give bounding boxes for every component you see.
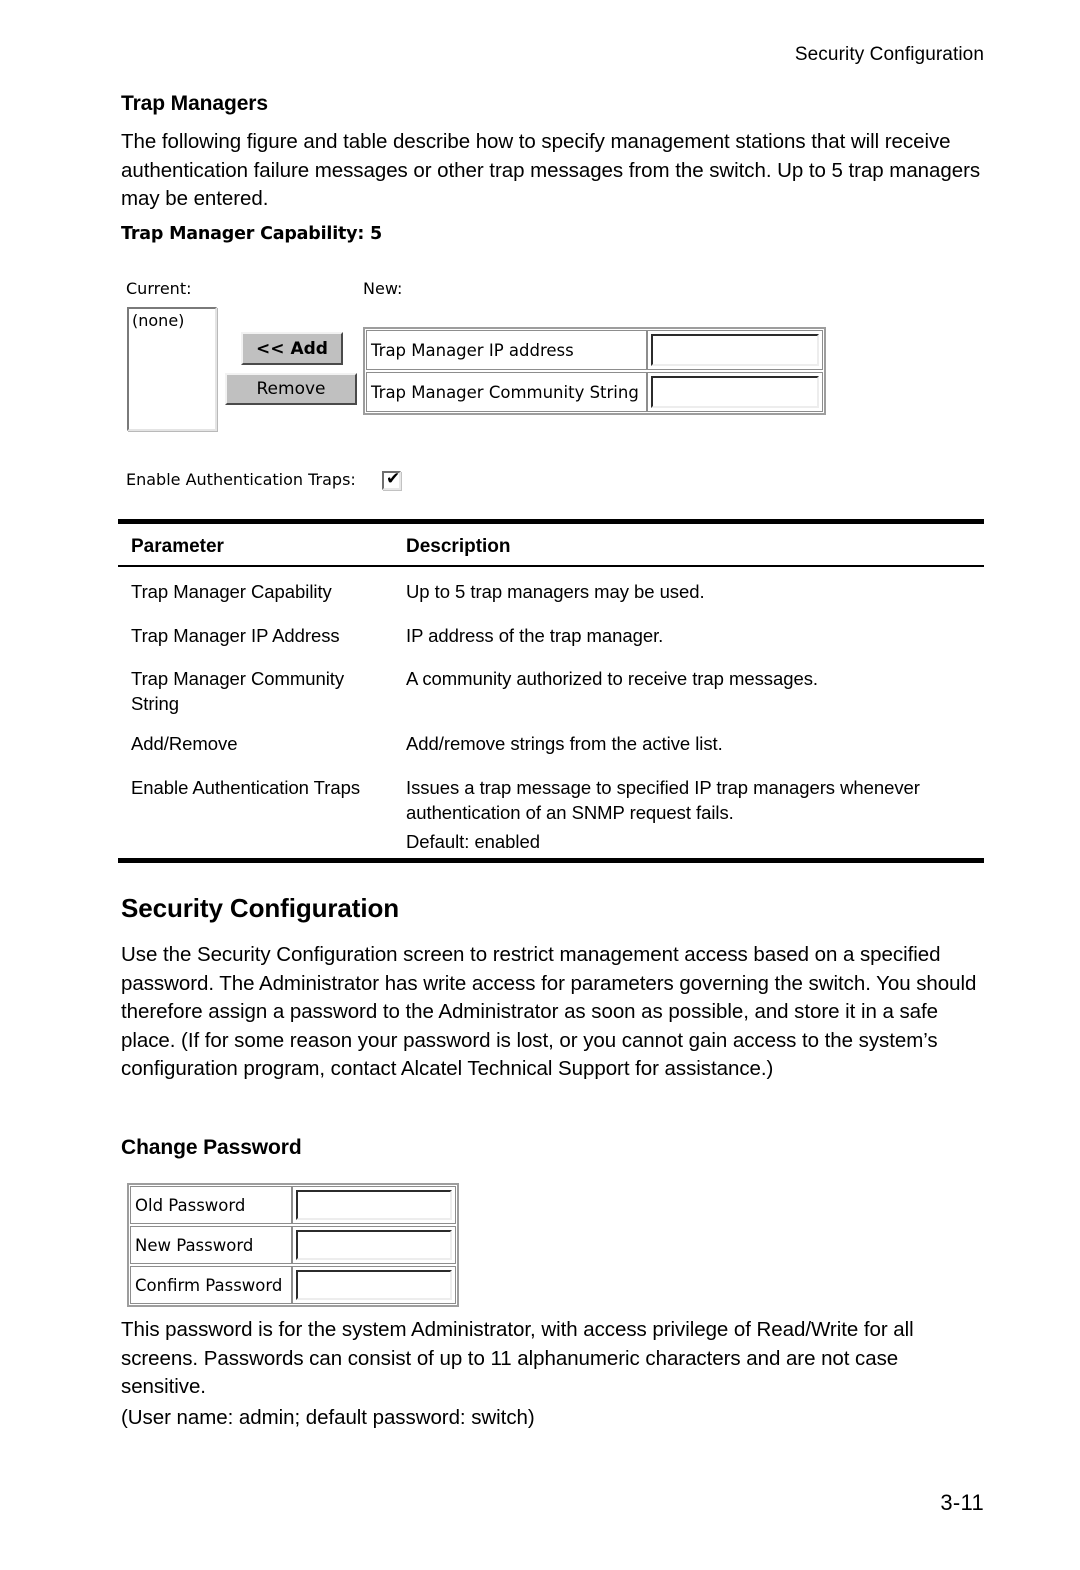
table-top-rule xyxy=(118,519,984,524)
new-entry-label: New: xyxy=(363,279,403,298)
table-header-rule xyxy=(118,565,984,567)
label-trap-manager-community-string: Trap Manager Community String xyxy=(366,372,647,412)
table-cell-description-default: Default: enabled xyxy=(406,831,540,852)
checkmark-icon: ✔ xyxy=(386,469,401,489)
new-password-input[interactable] xyxy=(296,1230,452,1260)
label-old-password: Old Password xyxy=(130,1186,292,1224)
heading-security-configuration: Security Configuration xyxy=(121,893,400,923)
table-cell-description: Up to 5 trap managers may be used. xyxy=(406,581,705,602)
table-header-parameter: Parameter xyxy=(131,536,224,557)
table-cell-description: A community authorized to receive trap m… xyxy=(406,668,818,689)
document-page: Security Configuration Trap Managers The… xyxy=(0,0,1080,1570)
table-cell-description: Issues a trap message to specified IP tr… xyxy=(406,777,920,823)
trap-manager-screenshot: Trap Manager Capability: 5 Current: New:… xyxy=(0,0,1080,520)
old-password-input[interactable] xyxy=(296,1190,452,1220)
table-cell-parameter: Enable Authentication Traps xyxy=(131,777,361,798)
current-trap-managers-listbox[interactable]: (none) xyxy=(127,307,217,431)
input-cell-confirm-password xyxy=(292,1266,456,1304)
table-cell-parameter: Add/Remove xyxy=(131,733,238,754)
paragraph-default-credentials: (User name: admin; default password: swi… xyxy=(121,1406,535,1429)
heading-change-password: Change Password xyxy=(121,1136,302,1159)
paragraph-security-configuration-intro: Use the Security Configuration screen to… xyxy=(121,943,977,1080)
paragraph-password-note: This password is for the system Administ… xyxy=(121,1318,914,1398)
change-password-fieldtable: Old Password New Password Confirm Passwo… xyxy=(127,1183,459,1307)
table-bottom-rule xyxy=(118,858,984,863)
table-cell-parameter: Trap Manager Capability xyxy=(131,581,332,602)
table-cell-description: IP address of the trap manager. xyxy=(406,625,664,646)
trap-manager-ip-input[interactable] xyxy=(651,334,819,366)
input-cell-trap-manager-ip xyxy=(647,330,823,370)
page-number: 3-11 xyxy=(940,1490,984,1515)
trap-manager-capability-line: Trap Manager Capability: 5 xyxy=(121,224,383,244)
input-cell-new-password xyxy=(292,1226,456,1264)
remove-button[interactable]: Remove xyxy=(225,373,357,405)
table-cell-parameter: Trap Manager Community String xyxy=(131,668,345,714)
input-cell-old-password xyxy=(292,1186,456,1224)
field-row-trap-manager-community-string: Trap Manager Community String xyxy=(366,372,823,412)
current-list-label: Current: xyxy=(126,279,192,298)
label-new-password: New Password xyxy=(130,1226,292,1264)
table-cell-description: Add/remove strings from the active list. xyxy=(406,733,723,754)
new-trap-manager-fieldtable: Trap Manager IP address Trap Manager Com… xyxy=(363,327,826,415)
list-item[interactable]: (none) xyxy=(129,309,215,330)
field-row-trap-manager-ip: Trap Manager IP address xyxy=(366,330,823,370)
confirm-password-input[interactable] xyxy=(296,1270,452,1300)
enable-authentication-traps-checkbox[interactable]: ✔ xyxy=(382,469,401,490)
label-confirm-password: Confirm Password xyxy=(130,1266,292,1304)
trap-manager-community-string-input[interactable] xyxy=(651,376,819,408)
field-row-old-password: Old Password xyxy=(130,1186,456,1224)
table-header-description: Description xyxy=(406,536,511,557)
table-cell-parameter: Trap Manager IP Address xyxy=(131,625,340,646)
enable-authentication-traps-label: Enable Authentication Traps: xyxy=(126,470,356,489)
input-cell-trap-manager-community-string xyxy=(647,372,823,412)
label-trap-manager-ip: Trap Manager IP address xyxy=(366,330,647,370)
field-row-confirm-password: Confirm Password xyxy=(130,1266,456,1304)
field-row-new-password: New Password xyxy=(130,1226,456,1264)
add-button[interactable]: << Add xyxy=(241,332,343,365)
